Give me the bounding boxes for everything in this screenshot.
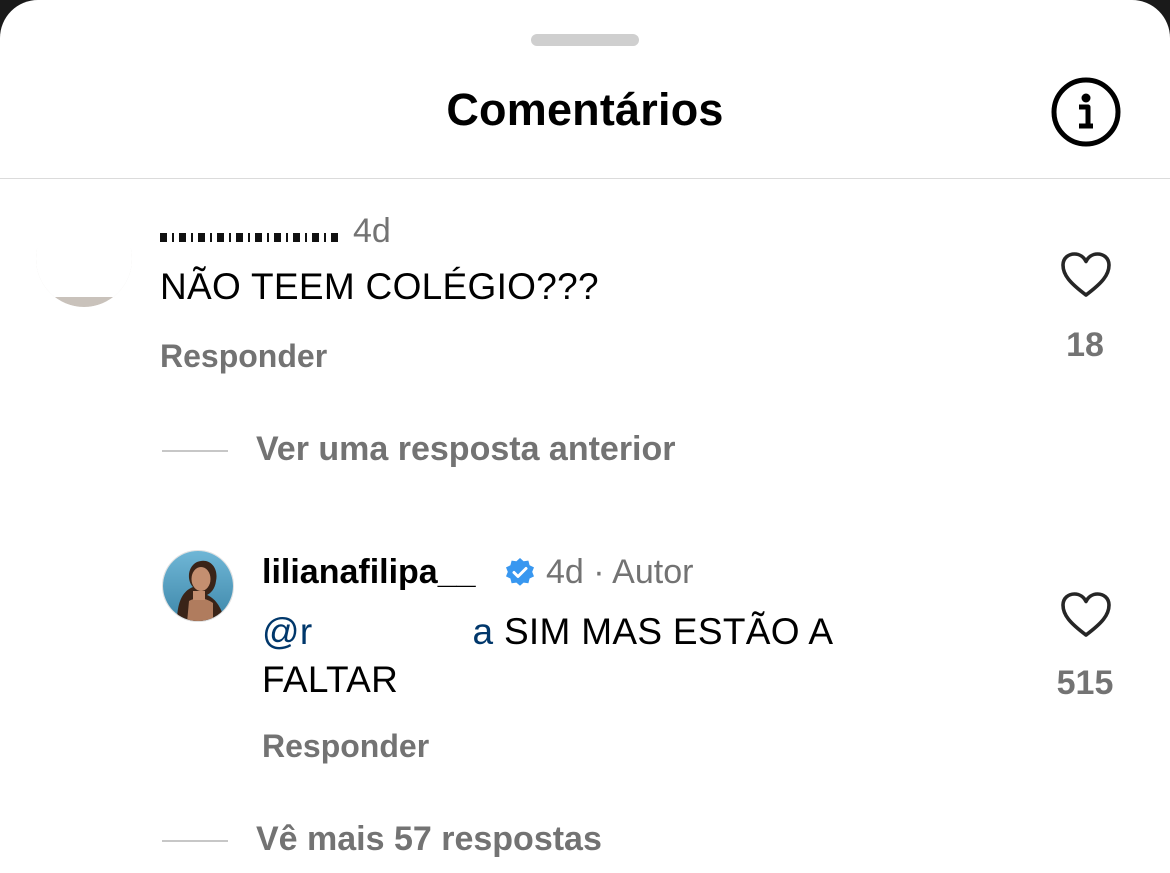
info-icon[interactable]: [1050, 76, 1122, 148]
thread-line: [162, 840, 228, 842]
header-divider: [0, 178, 1170, 179]
reply-text: @r a SIM MAS ESTÃO A FALTAR: [262, 608, 962, 704]
reply-meta: 4d · Autor: [546, 553, 694, 591]
reply-username[interactable]: lilianafilipa__: [262, 553, 476, 592]
comment-text: NÃO TEEM COLÉGIO???: [160, 266, 599, 307]
comments-sheet: Comentários 4d NÃO TEEM COLÉGIO??? Respo…: [0, 0, 1170, 873]
mention-link[interactable]: @r a: [262, 611, 493, 652]
like-count: 18: [1066, 326, 1104, 364]
like-count: 515: [1056, 664, 1114, 702]
heart-outline-icon[interactable]: [1060, 251, 1112, 299]
reply-button[interactable]: Responder: [262, 728, 429, 765]
comment-username-redacted[interactable]: [160, 212, 342, 242]
heart-outline-icon[interactable]: [1060, 591, 1112, 639]
sheet-grabber[interactable]: [531, 34, 639, 46]
comment-timestamp: 4d: [353, 212, 391, 250]
avatar[interactable]: [36, 211, 132, 307]
view-more-replies-button[interactable]: Vê mais 57 respostas: [256, 820, 602, 859]
view-previous-replies-button[interactable]: Ver uma resposta anterior: [256, 430, 676, 469]
page-title: Comentários: [446, 84, 724, 135]
thread-line: [162, 450, 228, 452]
reply-button[interactable]: Responder: [160, 338, 327, 375]
verified-badge-icon: [504, 557, 536, 589]
avatar[interactable]: [162, 550, 234, 622]
